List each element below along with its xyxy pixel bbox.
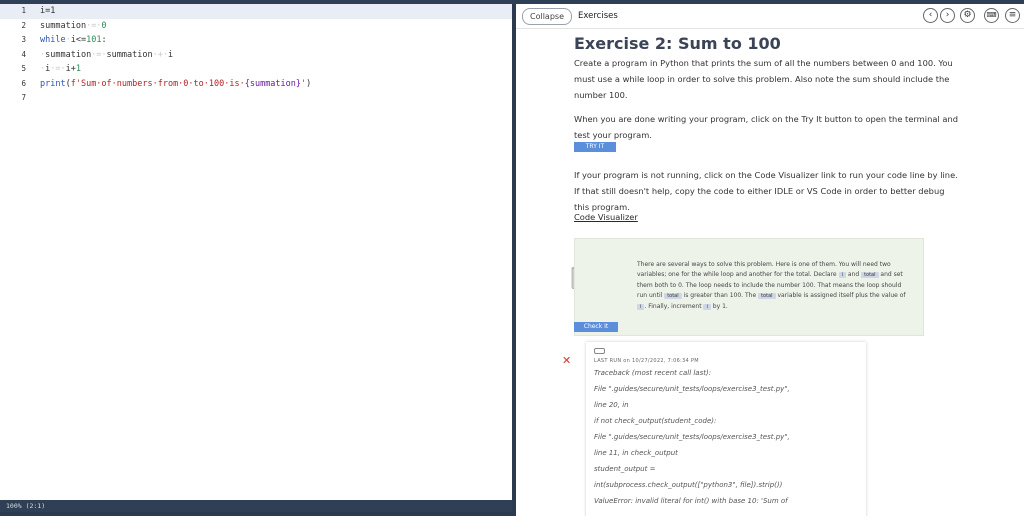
editor-lines[interactable]: 1 i=1 2 summation·=·0 3 while·i<=101: 4 ·summat… — [0, 4, 512, 106]
code-token: summation — [45, 49, 92, 60]
code-token: ) — [306, 78, 312, 89]
tab-exercises[interactable]: Exercises — [578, 9, 618, 23]
code-token: i<= — [70, 35, 87, 45]
fail-icon: ✕ — [562, 354, 572, 367]
line-number: 1 — [21, 6, 26, 15]
code-chip: total — [758, 293, 776, 300]
code-token: summation — [40, 20, 87, 31]
traceback-line: ValueError: invalid literal for int() wi… — [594, 497, 788, 505]
line-number: 4 — [21, 49, 26, 59]
debug-instructions: If your program is not running, click on… — [574, 170, 958, 212]
hint-box: There are several ways to solve this pro… — [574, 238, 924, 336]
last-run-timestamp: LAST RUN on 10/27/2022, 7:06:34 PM — [594, 358, 699, 364]
code-token: print — [40, 78, 66, 89]
code-token: f'Sum·of·numbers·from·0·to·100·is· — [70, 78, 245, 89]
traceback-line: if not check_output(student_code): — [594, 417, 717, 425]
code-token: while — [40, 35, 66, 45]
code-token: {summation} — [244, 78, 302, 89]
line-number: 5 — [21, 64, 26, 73]
code-text[interactable]: ·summation·=·summation·+·i — [40, 48, 173, 63]
line-number: 2 — [21, 20, 26, 30]
code-chip: total — [664, 293, 682, 300]
line-number: 3 — [21, 35, 26, 44]
code-text[interactable]: ·i·=·i+1 — [40, 62, 81, 77]
code-token: 1 — [75, 64, 81, 74]
hint-text: There are several ways to solve this pro… — [637, 261, 906, 310]
editor-status-bar: 100% (2:1) — [0, 500, 512, 512]
test-result-panel[interactable]: ✕ LAST RUN on 10/27/2022, 7:06:34 PM Tra… — [562, 342, 866, 516]
code-chip: i — [838, 272, 846, 279]
line-number: 7 — [21, 93, 26, 102]
code-text[interactable]: while·i<=101: — [40, 33, 107, 48]
chevron-right-icon[interactable]: › — [940, 8, 955, 23]
traceback-line: Traceback (most recent call last): — [594, 369, 712, 377]
code-chip: total — [861, 272, 879, 279]
code-text[interactable]: summation·=·0 — [40, 19, 107, 34]
code-token: ·=· — [86, 20, 102, 31]
code-token: i — [167, 49, 174, 60]
code-token: ·+· — [152, 49, 168, 60]
code-token: ·=· — [50, 64, 66, 74]
exercise-description: Create a program in Python that prints t… — [574, 58, 953, 100]
try-instructions: When you are done writing your program, … — [574, 114, 958, 140]
code-text[interactable]: i=1 — [40, 4, 55, 19]
panel-header: Collapse Exercises ‹ › ⚙ ⌨ ≡ — [516, 4, 1024, 29]
gear-icon[interactable]: ⚙ — [960, 8, 975, 23]
code-line[interactable]: 7 — [0, 91, 512, 106]
code-line[interactable]: 2 summation·=·0 — [0, 19, 512, 34]
traceback-line: File ".guides/secure/unit_tests/loops/ex… — [594, 385, 790, 393]
traceback-line: line 20, in — [594, 401, 629, 409]
code-visualizer-link[interactable]: Code Visualizer — [574, 212, 638, 222]
code-token: : — [101, 35, 107, 45]
code-token: i=1 — [40, 6, 56, 16]
collapse-button[interactable]: Collapse — [522, 8, 572, 25]
code-line[interactable]: 3 while·i<=101: — [0, 33, 512, 48]
code-line[interactable]: 4 ·summation·=·summation·+·i — [0, 48, 512, 63]
traceback-line: File ".guides/secure/unit_tests/loops/ex… — [594, 433, 790, 441]
chevron-left-icon[interactable]: ‹ — [923, 8, 938, 23]
code-token: i+ — [65, 64, 76, 74]
traceback-line: line 11, in check_output — [594, 449, 678, 457]
try-it-button[interactable]: TRY IT — [574, 142, 616, 152]
code-token: summation — [106, 49, 153, 60]
code-token: ·=· — [91, 49, 107, 60]
code-text[interactable]: print(f'Sum·of·numbers·from·0·to·100·is·… — [40, 77, 311, 92]
check-it-button[interactable]: Check It — [574, 322, 618, 332]
code-token: 101 — [86, 35, 102, 45]
code-editor[interactable]: 1 i=1 2 summation·=·0 3 while·i<=101: 4 ·summat… — [0, 4, 516, 512]
code-line[interactable]: 6 print(f'Sum·of·numbers·from·0·to·100·is… — [0, 77, 512, 92]
traceback-line: int(subprocess.check_output(["python3", … — [594, 481, 783, 489]
exercise-panel: Collapse Exercises ‹ › ⚙ ⌨ ≡ Exercise 2:… — [516, 4, 1024, 516]
traceback-line: student_output = — [594, 465, 656, 473]
keyboard-icon[interactable]: ⌨ — [984, 8, 999, 23]
code-chip: i — [703, 303, 711, 310]
code-token: 0 — [101, 20, 107, 31]
page-title: Exercise 2: Sum to 100 — [574, 34, 781, 53]
code-line[interactable]: 1 i=1 — [0, 4, 512, 19]
menu-icon[interactable]: ≡ — [1005, 8, 1020, 23]
line-number: 6 — [21, 78, 26, 88]
code-line[interactable]: 5 ·i·=·i+1 — [0, 62, 512, 77]
collapse-result-icon[interactable] — [594, 348, 605, 354]
